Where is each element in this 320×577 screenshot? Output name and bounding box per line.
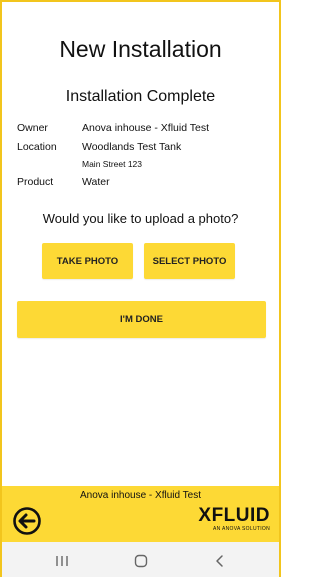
- done-button[interactable]: I'M DONE: [17, 301, 266, 338]
- logo-text: XFLUID: [198, 505, 270, 526]
- take-photo-button[interactable]: TAKE PHOTO: [42, 243, 133, 279]
- xfluid-logo: XFLUID AN ANOVA SOLUTION: [190, 506, 270, 536]
- owner-row: Owner Anova inhouse - Xfluid Test: [17, 122, 267, 134]
- location-label: Location: [17, 141, 57, 153]
- owner-value: Anova inhouse - Xfluid Test: [82, 122, 210, 134]
- home-icon[interactable]: [121, 551, 161, 571]
- location-row: Location Woodlands Test Tank Main Street…: [17, 141, 267, 169]
- product-label: Product: [17, 176, 54, 188]
- chevron-left-icon[interactable]: [200, 551, 240, 571]
- android-nav-bar: [2, 542, 279, 577]
- footer-bar: Anova inhouse - Xfluid Test XFLUID AN AN…: [2, 486, 279, 542]
- upload-photo-question: Would you like to upload a photo?: [42, 211, 239, 226]
- logo-tagline: AN ANOVA SOLUTION: [213, 526, 270, 532]
- location-address: Main Street 123: [82, 159, 143, 169]
- page-title: New Installation: [59, 36, 222, 62]
- arrow-left-circle-icon[interactable]: [12, 506, 42, 536]
- page-subtitle: Installation Complete: [65, 88, 216, 105]
- product-value: Water: [82, 176, 110, 188]
- product-row: Product Water: [17, 176, 267, 188]
- owner-label: Owner: [17, 122, 48, 134]
- select-photo-button[interactable]: SELECT PHOTO: [144, 243, 235, 279]
- footer-account-text: Anova inhouse - Xfluid Test: [79, 490, 201, 501]
- location-value: Woodlands Test Tank: [82, 141, 182, 153]
- recents-icon[interactable]: [42, 551, 82, 571]
- app-screen: New Installation Installation Complete O…: [0, 0, 281, 577]
- location-value-block: Woodlands Test Tank Main Street 123: [82, 141, 267, 169]
- installation-details: Owner Anova inhouse - Xfluid Test Locati…: [17, 122, 267, 195]
